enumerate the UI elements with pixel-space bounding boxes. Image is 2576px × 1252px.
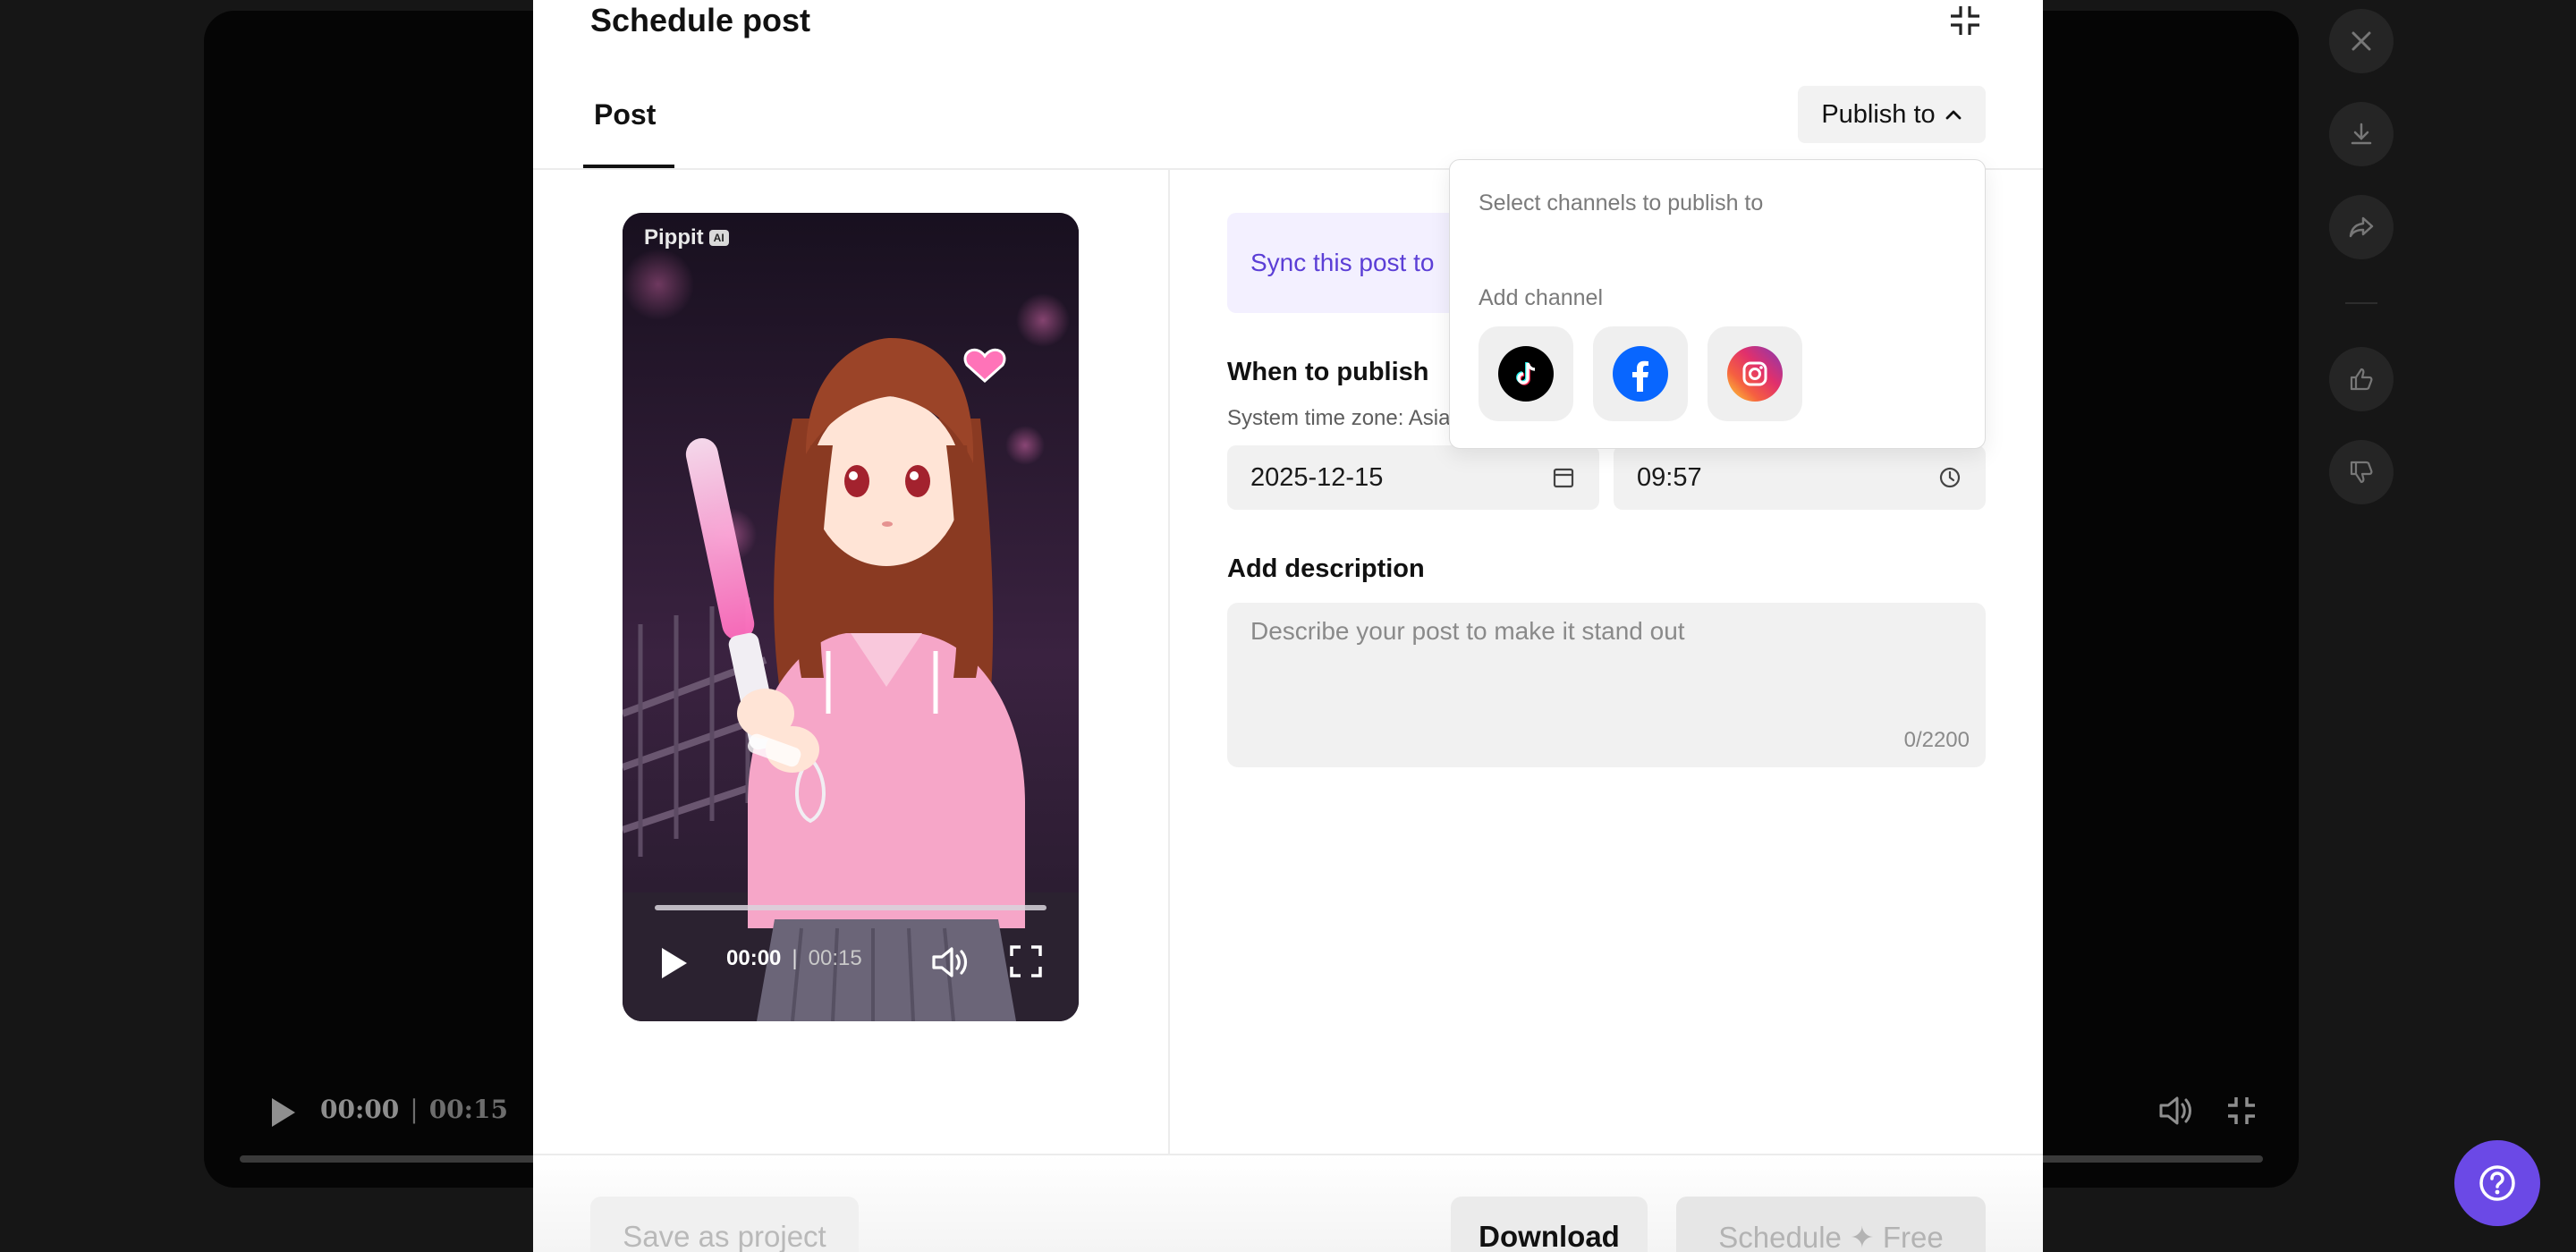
share-button[interactable]	[2329, 195, 2394, 259]
add-channel-label: Add channel	[1479, 285, 1604, 310]
video-time-separator: |	[792, 946, 798, 970]
background-exit-fullscreen-icon[interactable]	[2225, 1095, 2258, 1127]
time-value: 09:57	[1637, 463, 1702, 492]
date-picker[interactable]: 2025-12-15	[1227, 445, 1599, 510]
publish-to-button[interactable]: Publish to	[1798, 86, 1986, 143]
rail-divider	[2345, 302, 2377, 304]
video-duration: 00:15	[808, 946, 862, 970]
when-to-publish-label: When to publish	[1227, 358, 1429, 386]
video-time-display: 00:00 | 00:15	[726, 946, 862, 971]
collapse-icon[interactable]	[1948, 4, 1982, 38]
download-button[interactable]: Download	[1451, 1197, 1648, 1252]
volume-icon[interactable]	[930, 944, 970, 980]
background-time-display: 00:00 | 00:15	[320, 1095, 508, 1124]
clock-icon	[1939, 467, 1961, 488]
help-icon	[2479, 1165, 2515, 1201]
thumbs-down-icon	[2350, 461, 2373, 484]
sync-banner-text: Sync this post to	[1250, 249, 1435, 276]
facebook-icon	[1613, 346, 1668, 402]
date-value: 2025-12-15	[1250, 463, 1384, 492]
tab-post[interactable]: Post	[583, 79, 674, 168]
background-time-separator: |	[410, 1095, 419, 1124]
close-icon	[2351, 31, 2371, 51]
tiktok-icon	[1498, 346, 1554, 402]
publish-to-dropdown: Select channels to publish to Add channe…	[1449, 159, 1986, 449]
download-side-button[interactable]	[2329, 102, 2394, 166]
modal-title: Schedule post	[590, 2, 811, 38]
share-icon	[2349, 216, 2374, 238]
watermark-badge: AI	[708, 230, 729, 246]
description-placeholder: Describe your post to make it stand out	[1250, 617, 1685, 645]
column-divider	[1168, 170, 1170, 1154]
description-textarea[interactable]: Describe your post to make it stand out …	[1227, 603, 1986, 767]
close-button[interactable]	[2329, 9, 2394, 73]
download-icon	[2351, 123, 2372, 145]
watermark-text: Pippit	[644, 225, 704, 250]
video-frame-illustration	[623, 213, 1079, 1021]
timezone-label: System time zone: Asia	[1227, 406, 1451, 430]
watermark: Pippit AI	[644, 225, 729, 250]
help-button[interactable]	[2454, 1140, 2540, 1226]
thumbs-up-icon	[2350, 368, 2373, 391]
publish-to-label: Publish to	[1821, 99, 1936, 129]
add-channel-instagram[interactable]	[1707, 326, 1802, 421]
video-current-time: 00:00	[726, 946, 782, 970]
background-volume-icon[interactable]	[2157, 1095, 2193, 1127]
add-channel-tiktok[interactable]	[1479, 326, 1573, 421]
video-preview[interactable]: Pippit AI 00:00 | 00:15	[623, 213, 1079, 1021]
calendar-icon	[1553, 468, 1574, 488]
add-channel-facebook[interactable]	[1593, 326, 1688, 421]
play-icon[interactable]	[662, 948, 687, 978]
background-duration: 00:15	[428, 1095, 508, 1124]
dropdown-hint: Select channels to publish to	[1479, 190, 1764, 216]
video-progress-bar[interactable]	[655, 905, 1046, 910]
chevron-up-icon	[1945, 110, 1962, 120]
schedule-post-modal: Schedule post Post Publish to Pippit AI …	[533, 0, 2043, 1252]
tab-post-label: Post	[594, 98, 657, 131]
background-play-icon[interactable]	[272, 1098, 295, 1127]
dislike-button[interactable]	[2329, 440, 2394, 504]
background-current-time: 00:00	[320, 1095, 400, 1124]
instagram-icon	[1727, 346, 1783, 402]
save-as-project-button[interactable]: Save as project	[590, 1197, 859, 1252]
schedule-button[interactable]: Schedule ✦ Free	[1676, 1197, 1986, 1252]
add-description-label: Add description	[1227, 554, 1425, 583]
fullscreen-icon[interactable]	[1009, 944, 1043, 978]
description-counter: 0/2200	[1903, 728, 1970, 752]
time-picker[interactable]: 09:57	[1614, 445, 1986, 510]
like-button[interactable]	[2329, 347, 2394, 411]
